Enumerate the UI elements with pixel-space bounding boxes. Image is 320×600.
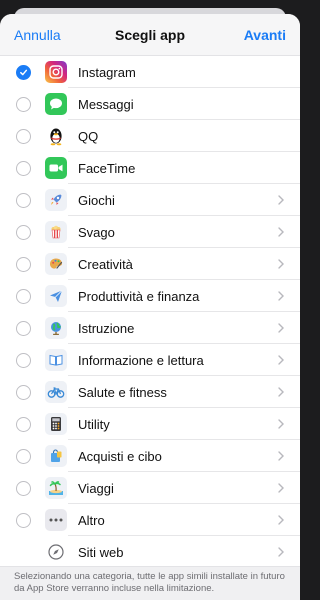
chevron-right-icon (276, 418, 286, 430)
radio-button[interactable] (16, 288, 31, 304)
footer-note: Selezionando una categoria, tutte le app… (0, 566, 300, 600)
radio-button[interactable] (16, 448, 31, 464)
instagram-icon (45, 61, 67, 83)
item-label: FaceTime (78, 160, 136, 176)
radio-button[interactable] (16, 320, 31, 336)
item-label: Acquisti e cibo (78, 448, 162, 464)
paper-plane-icon (45, 285, 67, 307)
list-item-qq[interactable]: QQ (0, 120, 300, 152)
list-item-produttivita-e-finanza[interactable]: Produttività e finanza (0, 280, 300, 312)
list-item-informazione-e-lettura[interactable]: Informazione e lettura (0, 344, 300, 376)
next-button[interactable]: Avanti (244, 27, 286, 43)
more-icon (45, 509, 67, 531)
list-item-svago[interactable]: Svago (0, 216, 300, 248)
item-label: Instagram (78, 64, 136, 80)
list-item-viaggi[interactable]: Viaggi (0, 472, 300, 504)
rocket-icon (45, 189, 67, 211)
radio-button[interactable] (16, 224, 31, 240)
radio-button[interactable] (16, 512, 31, 528)
item-label: Siti web (78, 544, 124, 560)
list-item-facetime[interactable]: FaceTime (0, 152, 300, 184)
navigation-bar: Annulla Scegli app Avanti (0, 14, 300, 56)
item-label: Informazione e lettura (78, 352, 204, 368)
book-icon (45, 349, 67, 371)
radio-button[interactable] (16, 128, 31, 144)
palette-icon (45, 253, 67, 275)
chevron-right-icon (276, 226, 286, 238)
radio-placeholder (16, 545, 31, 560)
item-label: Utility (78, 416, 110, 432)
item-label: Messaggi (78, 96, 134, 112)
item-label: QQ (78, 128, 99, 144)
chevron-right-icon (276, 450, 286, 462)
compass-icon (45, 541, 67, 563)
chevron-right-icon (276, 514, 286, 526)
list-item-giochi[interactable]: Giochi (0, 184, 300, 216)
chevron-right-icon (276, 482, 286, 494)
item-label: Produttività e finanza (78, 288, 200, 304)
chevron-right-icon (276, 546, 286, 558)
list-item-messaggi[interactable]: Messaggi (0, 88, 300, 120)
beach-icon (45, 477, 67, 499)
footer-text: Selezionando una categoria, tutte le app… (14, 571, 285, 594)
list-item-instagram[interactable]: Instagram (0, 56, 300, 88)
radio-button[interactable] (16, 384, 31, 400)
list-item-istruzione[interactable]: Istruzione (0, 312, 300, 344)
messages-icon (45, 93, 67, 115)
app-list: Instagram Messaggi QQ FaceTime Giochi Sv… (0, 56, 300, 568)
qq-penguin-icon (45, 125, 67, 147)
list-item-siti-web[interactable]: Siti web (0, 536, 300, 568)
chevron-right-icon (276, 386, 286, 398)
radio-button[interactable] (16, 256, 31, 272)
bicycle-icon (45, 381, 67, 403)
list-item-acquisti-e-cibo[interactable]: Acquisti e cibo (0, 440, 300, 472)
radio-button[interactable] (16, 352, 31, 368)
chevron-right-icon (276, 258, 286, 270)
cancel-button[interactable]: Annulla (14, 27, 61, 43)
chevron-right-icon (276, 354, 286, 366)
radio-button[interactable] (16, 96, 31, 112)
item-label: Svago (78, 224, 115, 240)
popcorn-icon (45, 221, 67, 243)
radio-button[interactable] (16, 480, 31, 496)
choose-app-sheet: Annulla Scegli app Avanti Instagram Mess… (0, 14, 300, 600)
radio-button[interactable] (16, 192, 31, 208)
facetime-icon (45, 157, 67, 179)
chevron-right-icon (276, 322, 286, 334)
calculator-icon (45, 413, 67, 435)
list-item-creativita[interactable]: Creatività (0, 248, 300, 280)
item-label: Salute e fitness (78, 384, 167, 400)
checkmark-icon[interactable] (16, 64, 31, 80)
item-label: Giochi (78, 192, 115, 208)
item-label: Istruzione (78, 320, 135, 336)
item-label: Viaggi (78, 480, 114, 496)
chevron-right-icon (276, 290, 286, 302)
chevron-right-icon (276, 194, 286, 206)
radio-button[interactable] (16, 160, 31, 176)
list-item-salute-e-fitness[interactable]: Salute e fitness (0, 376, 300, 408)
shopping-bag-icon (45, 445, 67, 467)
list-item-utility[interactable]: Utility (0, 408, 300, 440)
globe-icon (45, 317, 67, 339)
list-item-altro[interactable]: Altro (0, 504, 300, 536)
item-label: Altro (78, 512, 105, 528)
radio-button[interactable] (16, 416, 31, 432)
item-label: Creatività (78, 256, 133, 272)
